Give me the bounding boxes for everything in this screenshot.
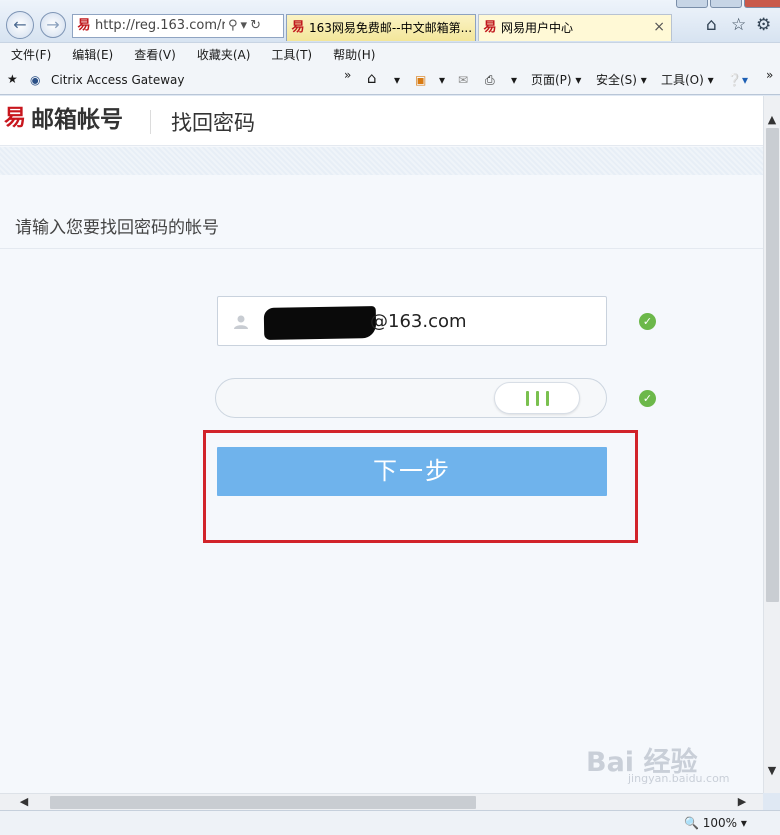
safety-menu-button[interactable]: 安全(S) ▾	[596, 72, 647, 88]
settings-gear-icon[interactable]: ⚙	[756, 16, 771, 34]
netease-logo-icon: 易	[4, 106, 27, 131]
menu-edit[interactable]: 编辑(E)	[72, 46, 113, 63]
page-menu-label: 页面(P)	[531, 73, 572, 87]
ie-page-icon: ◉	[30, 73, 41, 87]
tab-163-mail[interactable]: 易 163网易免费邮--中文邮箱第...	[286, 14, 476, 41]
instruction-text: 请输入您要找回密码的帐号	[15, 218, 219, 238]
account-input[interactable]: @163.com	[217, 296, 607, 346]
vertical-scroll-thumb[interactable]	[766, 128, 779, 602]
zoom-control[interactable]: 🔍 100% ▾	[684, 815, 747, 831]
more-chevron-icon[interactable]: »	[344, 67, 351, 83]
mail-icon[interactable]: ✉	[458, 72, 468, 88]
site-favicon-icon: 易	[77, 18, 91, 33]
slider-valid-check-icon: ✓	[639, 390, 656, 407]
slider-captcha-track[interactable]	[215, 378, 607, 418]
scroll-up-icon[interactable]: ▲	[764, 112, 780, 128]
slider-handle[interactable]	[494, 382, 580, 414]
tab-user-center[interactable]: 易 网易用户中心 ×	[478, 14, 672, 41]
section-divider	[0, 248, 763, 249]
grip-bar	[535, 390, 539, 406]
page-title: 找回密码	[171, 111, 255, 135]
favorites-add-icon[interactable]: ★	[7, 71, 18, 87]
tab-favicon-icon: 易	[483, 20, 497, 35]
command-bar: ★ ◉ Citrix Access Gateway » ⌂ ▾ ▣ ▾ ✉ ⎙ …	[0, 66, 780, 95]
grip-bar	[545, 390, 549, 406]
maximize-button[interactable]	[710, 0, 742, 8]
tab-close-icon[interactable]: ×	[653, 15, 665, 40]
menu-bar: 文件(F) 编辑(E) 查看(V) 收藏夹(A) 工具(T) 帮助(H)	[0, 42, 780, 66]
menu-file[interactable]: 文件(F)	[11, 46, 51, 63]
zoom-level: 100%	[702, 816, 738, 830]
decorative-stripe	[0, 147, 763, 175]
favorite-link-citrix[interactable]: Citrix Access Gateway	[51, 72, 185, 88]
logo-text: 邮箱帐号	[31, 107, 123, 133]
feed-dropdown-icon[interactable]: ▾	[439, 72, 445, 88]
menu-view[interactable]: 查看(V)	[134, 46, 176, 63]
user-icon	[234, 315, 248, 329]
address-url[interactable]: http://reg.163.com/res	[95, 15, 225, 37]
dropdown-chevron-icon[interactable]: ▾	[241, 15, 248, 37]
horizontal-scroll-thumb[interactable]	[50, 796, 476, 809]
page-viewport: 易 邮箱帐号 找回密码 请输入您要找回密码的帐号 @163.com ✓ ✓ 下一…	[0, 96, 763, 793]
forward-button[interactable]: →	[40, 12, 66, 38]
account-input-value: @163.com	[370, 311, 467, 332]
print-icon[interactable]: ⎙	[485, 72, 495, 88]
tools-menu-label: 工具(O)	[661, 73, 704, 87]
page-menu-button[interactable]: 页面(P) ▾	[531, 72, 581, 88]
title-bar: ← → 易 http://reg.163.com/res ⚲ ▾ ↻ 易 163…	[0, 0, 780, 42]
help-icon[interactable]: ❔▾	[727, 72, 748, 88]
address-bar[interactable]: 易 http://reg.163.com/res ⚲ ▾ ↻	[72, 14, 284, 38]
redacted-mark	[263, 306, 377, 340]
baidu-watermark: Bai 经验 jingyan.baidu.com	[586, 736, 736, 788]
back-arrow-icon: ←	[13, 15, 27, 34]
tab-favicon-icon: 易	[291, 20, 305, 35]
window-controls	[676, 0, 780, 8]
home-icon[interactable]: ⌂	[706, 16, 717, 34]
status-bar: 🔍 100% ▾	[0, 810, 780, 835]
scroll-right-icon[interactable]: ▶	[734, 794, 750, 810]
tab-label: 网易用户中心	[501, 20, 574, 35]
home-icon[interactable]: ⌂	[367, 70, 377, 86]
close-window-button[interactable]	[744, 0, 780, 8]
forward-arrow-icon: →	[46, 15, 60, 34]
home-dropdown-icon[interactable]: ▾	[394, 72, 400, 88]
header-divider	[150, 110, 151, 134]
refresh-icon[interactable]: ↻	[250, 15, 261, 37]
scroll-down-icon[interactable]: ▼	[764, 763, 780, 779]
overflow-chevron-icon[interactable]: »	[766, 67, 773, 83]
watermark-subtext: jingyan.baidu.com	[628, 772, 730, 785]
site-header: 易 邮箱帐号 找回密码	[0, 96, 763, 146]
horizontal-scrollbar[interactable]: ◀ ▶	[0, 793, 763, 810]
print-dropdown-icon[interactable]: ▾	[511, 72, 517, 88]
tools-menu-button[interactable]: 工具(O) ▾	[661, 72, 714, 88]
favorites-star-icon[interactable]: ☆	[731, 16, 746, 34]
search-icon[interactable]: ⚲	[228, 15, 238, 37]
back-button[interactable]: ←	[6, 11, 34, 39]
vertical-scrollbar[interactable]: ▲ ▼	[763, 96, 780, 793]
menu-tools[interactable]: 工具(T)	[271, 46, 312, 63]
safety-menu-label: 安全(S)	[596, 73, 637, 87]
tab-label: 163网易免费邮--中文邮箱第...	[309, 20, 473, 35]
menu-help[interactable]: 帮助(H)	[333, 46, 375, 63]
grip-bar	[525, 390, 529, 406]
next-step-button[interactable]: 下一步	[217, 447, 607, 496]
browser-window: ← → 易 http://reg.163.com/res ⚲ ▾ ↻ 易 163…	[0, 0, 780, 835]
minimize-button[interactable]	[676, 0, 708, 8]
scroll-left-icon[interactable]: ◀	[16, 794, 32, 810]
email-valid-check-icon: ✓	[639, 313, 656, 330]
menu-favorites[interactable]: 收藏夹(A)	[197, 46, 251, 63]
rss-feed-icon[interactable]: ▣	[415, 72, 426, 88]
